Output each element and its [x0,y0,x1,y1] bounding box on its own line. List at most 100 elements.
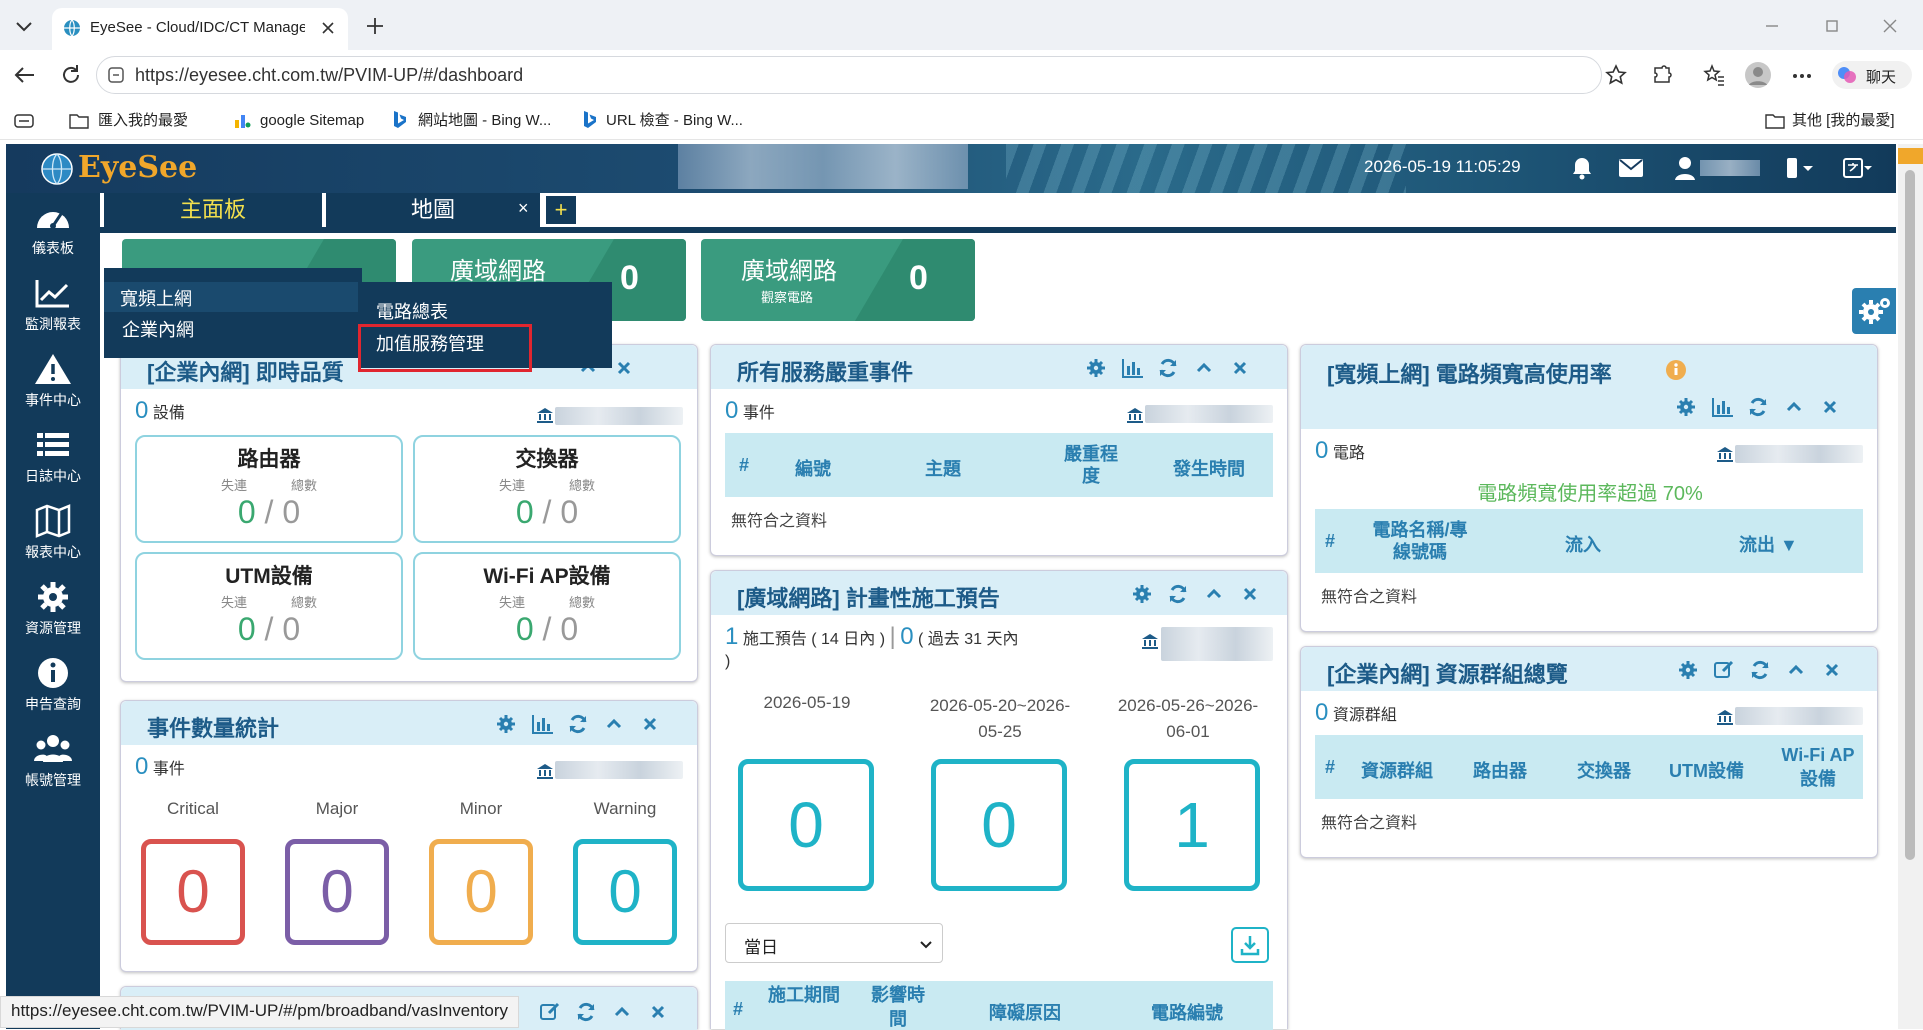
refresh-icon[interactable] [1749,659,1771,681]
nav-account-management[interactable]: 帳號管理 [6,732,100,790]
close-icon[interactable] [647,1001,669,1023]
col-switch[interactable]: 交換器 [1577,757,1631,783]
favorites-icon[interactable] [1702,63,1726,87]
chevron-up-icon[interactable] [1203,583,1225,605]
close-window-icon[interactable] [1880,16,1900,36]
device-card-utm[interactable]: UTM設備 失連 總數 0 / 0 [135,552,403,660]
tab-dashboard[interactable]: 主面板 [104,193,322,227]
bar-chart-icon[interactable] [1121,357,1143,379]
nav-log-center[interactable]: 日誌中心 [6,428,100,486]
refresh-icon[interactable] [575,1001,597,1023]
scroll-up-arrow[interactable] [1898,148,1923,164]
gear-icon[interactable] [1131,583,1153,605]
nav-dashboard[interactable]: 儀表板 [6,200,100,258]
download-button[interactable] [1231,927,1269,963]
add-tab-button[interactable]: + [546,196,576,224]
close-icon[interactable] [639,713,661,735]
bookmark-import[interactable]: 匯入我的最愛 [98,110,188,132]
refresh-icon[interactable] [1157,357,1179,379]
minor-count-box[interactable]: 0 [429,839,533,945]
mail-icon[interactable] [1618,157,1644,179]
gear-icon[interactable] [1675,396,1697,418]
gear-icon[interactable] [495,713,517,735]
period-count-box[interactable]: 1 [1124,759,1260,891]
col-inbound[interactable]: 流入 [1565,531,1601,557]
bookmark-bing-sitemap[interactable]: 網站地圖 - Bing W... [418,110,551,132]
bookmark-google-sitemap[interactable]: google Sitemap [260,110,364,132]
edit-icon[interactable] [539,1001,561,1023]
restore-window-icon[interactable] [1822,16,1842,36]
period-select[interactable]: 當日 [725,923,943,963]
col-cause[interactable]: 障礙原因 [989,999,1061,1025]
tab-map-close-icon[interactable]: × [518,198,529,219]
extensions-icon[interactable] [1650,63,1674,87]
device-card-router[interactable]: 路由器 失連 總數 0 / 0 [135,435,403,543]
col-subject[interactable]: 主題 [925,455,961,481]
col-severity[interactable]: 嚴重程度 [1061,443,1121,487]
close-icon[interactable] [1821,659,1843,681]
close-tab-icon[interactable] [318,18,338,38]
period-count-box[interactable]: 0 [931,759,1067,891]
gear-icon[interactable] [1677,659,1699,681]
gear-icon[interactable] [1085,357,1107,379]
refresh-icon[interactable] [1747,396,1769,418]
chevron-up-icon[interactable] [1785,659,1807,681]
chevron-up-icon[interactable] [1783,396,1805,418]
nav-monitor-report[interactable]: 監測報表 [6,276,100,334]
mobile-icon[interactable] [1784,156,1814,180]
warning-count-box[interactable]: 0 [573,839,677,945]
col-router[interactable]: 路由器 [1473,757,1527,783]
tab-list-chevron-icon[interactable] [12,14,36,38]
bar-chart-icon[interactable] [1711,396,1733,418]
stat-card-wan-observed[interactable]: 廣域網路 觀察電路 0 [701,239,975,321]
col-period[interactable]: 施工期間 [761,983,847,1030]
bookmark-bing-url-check[interactable]: URL 檢查 - Bing W... [606,110,743,132]
scrollbar-thumb[interactable] [1905,170,1915,860]
menu-item-enterprise-network[interactable]: 企業內網 [122,316,194,342]
close-icon[interactable] [613,357,635,379]
menu-item-broadband-active[interactable]: 寬頻上網 [120,285,192,311]
user-icon[interactable] [1674,155,1696,181]
bell-icon[interactable] [1570,155,1594,181]
period-count-box[interactable]: 0 [738,759,874,891]
refresh-icon[interactable] [567,713,589,735]
tab-map[interactable]: 地圖 [326,193,540,227]
reload-icon[interactable] [58,62,84,88]
site-info-icon[interactable] [106,65,126,85]
close-icon[interactable] [1229,357,1251,379]
nav-event-center[interactable]: 事件中心 [6,352,100,410]
close-icon[interactable] [1819,396,1841,418]
page-scrollbar[interactable] [1898,144,1923,1029]
minimize-window-icon[interactable] [1762,16,1782,36]
favorite-star-icon[interactable] [1604,63,1628,87]
close-icon[interactable] [1239,583,1261,605]
col-group[interactable]: 資源群組 [1361,757,1433,783]
col-number[interactable]: 編號 [795,455,831,481]
dashboard-settings-button[interactable] [1852,288,1896,334]
edit-icon[interactable] [1713,659,1735,681]
back-icon[interactable] [12,62,38,88]
col-circuit-number[interactable]: 電路編號 [1151,999,1223,1025]
chevron-up-icon[interactable] [611,1001,633,1023]
menu-item-circuit-list[interactable]: 電路總表 [376,298,448,324]
copilot-chat-button[interactable]: 聊天 [1832,61,1912,89]
chevron-up-icon[interactable] [1193,357,1215,379]
other-favorites[interactable]: 其他 [我的最愛] [1792,110,1895,132]
info-circle-icon[interactable] [1665,359,1687,381]
browser-tab[interactable]: EyeSee - Cloud/IDC/CT Manageme [52,8,348,50]
nav-resource-management[interactable]: 資源管理 [6,580,100,638]
language-icon[interactable] [1842,156,1872,180]
col-time[interactable]: 發生時間 [1173,455,1245,481]
chevron-up-icon[interactable] [603,713,625,735]
url-field[interactable]: https://eyesee.cht.com.tw/PVIM-UP/#/dash… [96,56,1602,94]
col-circuit-name[interactable]: 電路名稱/專線號碼 [1365,519,1475,563]
col-wifi-ap[interactable]: Wi-Fi AP設備 [1775,743,1861,791]
bar-chart-icon[interactable] [531,713,553,735]
device-card-wifi-ap[interactable]: Wi-Fi AP設備 失連 總數 0 / 0 [413,552,681,660]
col-utm[interactable]: UTM設備 [1669,757,1744,783]
new-tab-icon[interactable] [363,14,387,38]
critical-count-box[interactable]: 0 [141,839,245,945]
reading-view-icon[interactable] [14,112,34,130]
nav-report-center[interactable]: 報表中心 [6,504,100,562]
col-outbound[interactable]: 流出 ▼ [1739,531,1798,557]
